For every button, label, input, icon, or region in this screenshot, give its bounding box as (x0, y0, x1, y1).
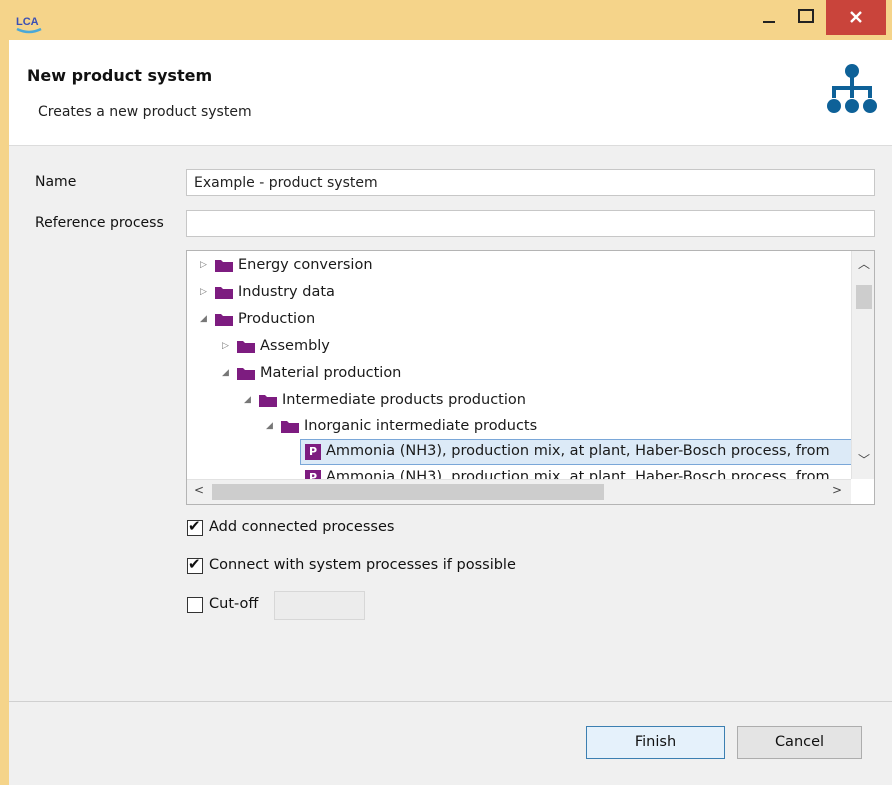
add-connected-label: Add connected processes (209, 519, 395, 535)
tree-item-label: Ammonia (NH3), production mix, at plant,… (326, 443, 830, 459)
connect-system-checkbox[interactable]: ✔ (187, 555, 203, 574)
collapse-arrow-icon[interactable]: ◢ (222, 368, 229, 378)
dialog-content: New product system Creates a new product… (9, 40, 892, 785)
tree-item-label: Ammonia (NH3), production mix, at plant,… (326, 469, 830, 479)
tree-item-material-production[interactable]: ◢ Material production (187, 363, 851, 387)
reference-process-label: Reference process (35, 215, 164, 231)
tree-item-label: Production (238, 311, 316, 327)
scroll-up-icon[interactable]: ︿ (858, 255, 870, 272)
tree-item-industry-data[interactable]: ▷ Industry data (187, 282, 851, 306)
page-title: New product system (27, 66, 213, 85)
scroll-down-icon[interactable]: ﹀ (858, 451, 870, 468)
maximize-icon (798, 9, 814, 23)
process-badge-icon: P (305, 444, 321, 460)
horizontal-scroll-thumb[interactable] (212, 484, 604, 500)
tree-item-label: Assembly (260, 338, 330, 354)
close-button[interactable] (826, 0, 886, 35)
expand-arrow-icon[interactable]: ▷ (200, 287, 207, 297)
add-connected-checkbox[interactable]: ✔ (187, 517, 203, 536)
vertical-scrollbar[interactable]: ︿ ﹀ (851, 251, 874, 479)
finish-button[interactable]: Finish (586, 726, 725, 759)
footer-divider (9, 701, 892, 702)
checkmark-icon: ✔ (188, 555, 201, 573)
connect-system-label: Connect with system processes if possibl… (209, 557, 516, 573)
collapse-arrow-icon[interactable]: ◢ (266, 421, 273, 431)
name-input[interactable] (186, 169, 875, 196)
tree-item-assembly[interactable]: ▷ Assembly (187, 336, 851, 360)
dialog-window: LCA New product system Creates a new pro… (0, 0, 892, 785)
tree-item-label: Energy conversion (238, 257, 373, 273)
collapse-arrow-icon[interactable]: ◢ (200, 314, 207, 324)
folder-icon (215, 314, 233, 326)
tree-item-intermediate-products-production[interactable]: ◢ Intermediate products production (187, 390, 851, 414)
tree-item-label: Material production (260, 365, 402, 381)
vertical-scroll-thumb[interactable] (856, 285, 872, 309)
tree-item-production[interactable]: ◢ Production (187, 309, 851, 333)
folder-icon (237, 341, 255, 353)
tree-item-energy-conversion[interactable]: ▷ Energy conversion (187, 255, 851, 279)
wizard-header: New product system Creates a new product… (9, 40, 892, 146)
minimize-icon (763, 21, 775, 23)
maximize-button[interactable] (786, 0, 826, 35)
cutoff-label: Cut-off (209, 596, 259, 612)
tree-item-label: Industry data (238, 284, 335, 300)
minimize-button[interactable] (752, 0, 786, 35)
tree-item-label: Intermediate products production (282, 392, 526, 408)
page-subtitle: Creates a new product system (38, 104, 252, 120)
process-tree[interactable]: ▷ Energy conversion ▷ Industry data ◢ Pr… (186, 250, 875, 505)
name-label: Name (35, 174, 77, 190)
cancel-button[interactable]: Cancel (737, 726, 862, 759)
folder-icon (237, 368, 255, 380)
folder-icon (215, 260, 233, 272)
folder-icon (259, 395, 277, 407)
tree-item-inorganic-intermediate-products[interactable]: ◢ Inorganic intermediate products (187, 416, 851, 440)
horizontal-scrollbar[interactable]: < > (187, 479, 851, 504)
folder-icon (281, 421, 299, 433)
collapse-arrow-icon[interactable]: ◢ (244, 395, 251, 405)
expand-arrow-icon[interactable]: ▷ (222, 341, 229, 351)
process-badge-icon: P (305, 470, 321, 479)
close-icon (850, 11, 862, 23)
tree-item-process-ammonia[interactable]: P Ammonia (NH3), production mix, at plan… (187, 441, 851, 465)
scroll-left-icon[interactable]: < (194, 483, 204, 497)
cutoff-checkbox[interactable] (187, 597, 203, 613)
expand-arrow-icon[interactable]: ▷ (200, 260, 207, 270)
tree-item-process-ammonia-2[interactable]: P Ammonia (NH3), production mix, at plan… (187, 467, 851, 479)
cutoff-input[interactable] (274, 591, 365, 620)
title-bar[interactable]: LCA (0, 0, 892, 40)
svg-text:LCA: LCA (16, 16, 39, 28)
folder-icon (215, 287, 233, 299)
tree-item-label: Inorganic intermediate products (304, 418, 538, 434)
scroll-right-icon[interactable]: > (832, 483, 842, 497)
reference-process-input[interactable] (186, 210, 875, 237)
lca-app-icon: LCA (16, 16, 42, 34)
hierarchy-icon (827, 64, 877, 113)
checkmark-icon: ✔ (188, 517, 201, 535)
